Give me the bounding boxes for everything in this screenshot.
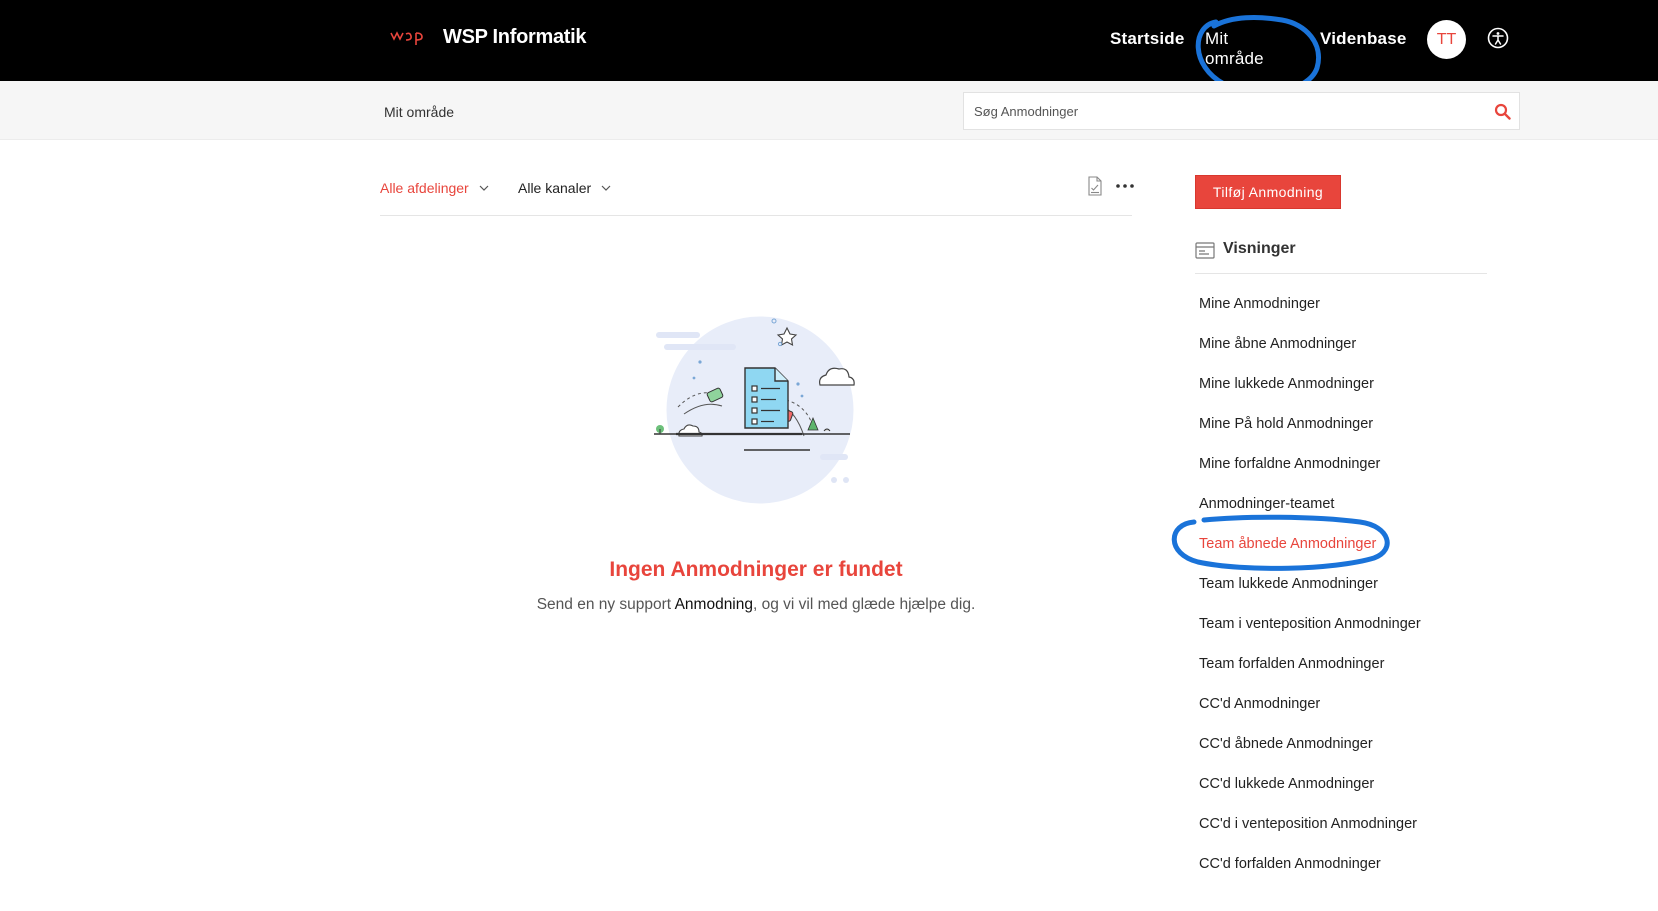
nav-my-area-link[interactable]: Mit område	[1205, 29, 1264, 69]
wsp-logo-icon	[390, 30, 423, 45]
search-box[interactable]	[963, 92, 1520, 130]
view-item[interactable]: Anmodninger-teamet	[1199, 494, 1421, 534]
view-item[interactable]: CC'd i venteposition Anmodninger	[1199, 814, 1421, 854]
views-title: Visninger	[1223, 240, 1296, 257]
views-list: Mine Anmodninger Mine åbne Anmodninger Min…	[1199, 294, 1421, 894]
empty-state-illustration	[654, 314, 857, 507]
department-filter[interactable]: Alle afdelinger	[380, 180, 489, 196]
view-item[interactable]: Mine forfaldne Anmodninger	[1199, 454, 1421, 494]
channel-filter[interactable]: Alle kanaler	[518, 180, 611, 196]
view-item[interactable]: CC'd lukkede Anmodninger	[1199, 774, 1421, 814]
user-avatar[interactable]: TT	[1427, 20, 1466, 59]
search-icon[interactable]	[1494, 103, 1511, 120]
view-item[interactable]: Team forfalden Anmodninger	[1199, 654, 1421, 694]
nav-knowledge-base-link[interactable]: Videnbase	[1320, 29, 1407, 49]
add-request-button[interactable]: Tilføj Anmodning	[1195, 175, 1341, 209]
breadcrumb: Mit område	[384, 104, 455, 120]
chevron-down-icon	[479, 185, 489, 191]
new-request-link[interactable]: Anmodning	[675, 596, 753, 613]
accessibility-icon[interactable]	[1487, 27, 1509, 49]
brand[interactable]: WSP Informatik	[389, 26, 587, 49]
view-item[interactable]: Team åbnede Anmodninger	[1199, 534, 1421, 574]
brand-name: WSP Informatik	[443, 26, 587, 48]
view-item[interactable]: Team lukkede Anmodninger	[1199, 574, 1421, 614]
view-item[interactable]: Team i venteposition Anmodninger	[1199, 614, 1421, 654]
view-item[interactable]: Mine åbne Anmodninger	[1199, 334, 1421, 374]
top-header: WSP Informatik Startside Mit område Vide…	[0, 0, 1658, 81]
view-item[interactable]: Mine Anmodninger	[1199, 294, 1421, 334]
view-item[interactable]: CC'd åbnede Anmodninger	[1199, 734, 1421, 774]
views-header: Visninger	[1195, 240, 1487, 274]
more-options-icon[interactable]	[1116, 184, 1134, 188]
empty-message-start: Send en ny support	[536, 596, 675, 613]
view-item[interactable]: Mine På hold Anmodninger	[1199, 414, 1421, 454]
search-input[interactable]	[974, 93, 1474, 129]
view-item[interactable]: CC'd forfalden Anmodninger	[1199, 854, 1421, 894]
empty-message-end: , og vi vil med glæde hjælpe dig.	[753, 596, 976, 613]
chevron-down-icon	[601, 185, 611, 191]
view-item[interactable]: CC'd Anmodninger	[1199, 694, 1421, 734]
filter-bar: Alle afdelinger Alle kanaler	[380, 176, 1134, 216]
empty-state-title: Ingen Anmodninger er fundet	[609, 558, 903, 581]
views-icon	[1195, 242, 1215, 259]
empty-state-message: Send en ny support Anmodning, og vi vil …	[380, 596, 1132, 614]
channel-filter-label: Alle kanaler	[518, 180, 592, 196]
view-item[interactable]: Mine lukkede Anmodninger	[1199, 374, 1421, 414]
export-icon[interactable]	[1087, 176, 1103, 196]
department-filter-label: Alle afdelinger	[380, 180, 469, 196]
nav-home-link[interactable]: Startside	[1110, 29, 1185, 49]
